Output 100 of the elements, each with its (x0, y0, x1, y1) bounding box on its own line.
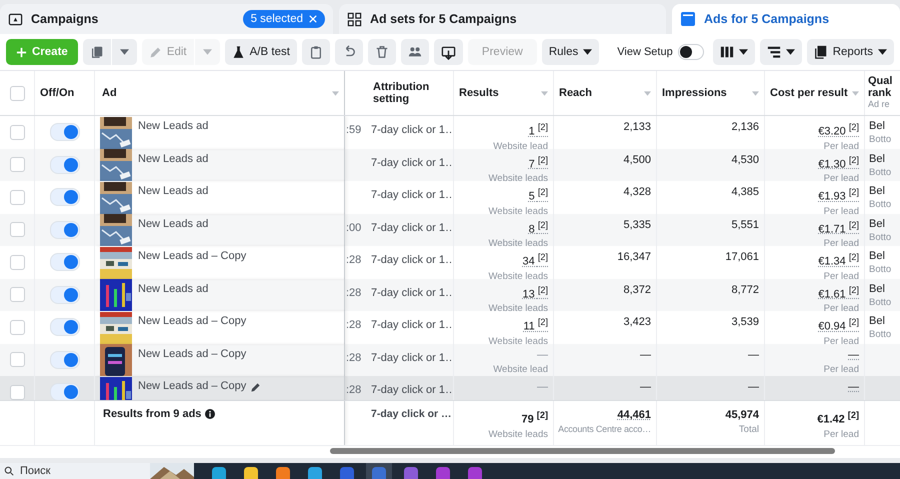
on-off-toggle[interactable] (50, 123, 80, 142)
ad-name[interactable]: New Leads ad – Copy (138, 250, 246, 262)
quality-detail: Botto (869, 232, 892, 242)
impressions-value: 8,772 (731, 282, 759, 296)
cost-type: Per lead (824, 173, 859, 181)
flask-icon (232, 46, 245, 58)
cost-value: €1.61 $^{[2]}$ (818, 284, 859, 302)
column-header[interactable]: Off/On (35, 71, 95, 115)
view-setup-toggle[interactable] (678, 44, 704, 60)
quality-detail: Botto (869, 329, 892, 340)
impressions-value: 2,136 (731, 120, 759, 134)
on-off-toggle[interactable] (50, 156, 80, 174)
tab[interactable]: Ads for 5 Campaigns (672, 4, 900, 34)
dropdown-button[interactable] (112, 39, 137, 65)
search-field[interactable]: Поиск (20, 465, 120, 477)
results-type: Website leads (488, 173, 548, 181)
cost-value: €1.30 $^{[2]}$ (818, 154, 859, 172)
column-header[interactable]: Impressions (657, 71, 765, 115)
time-cell: :28 (346, 352, 362, 364)
tab[interactable]: Ad sets for 5 Campaigns (339, 4, 666, 34)
selection-badge[interactable]: 5 selected (242, 10, 325, 28)
attribution-total: 7-day click or … (371, 408, 452, 420)
attribution-cell: 7-day click or 1… (371, 319, 453, 331)
cost-value: — (848, 380, 859, 394)
column-header[interactable]: Ad (95, 71, 345, 115)
export-button[interactable] (434, 39, 463, 65)
results-type: Website leads (488, 206, 548, 214)
attribution-cell: 7-day click or 1… (371, 222, 453, 234)
cost-value: €3.20 $^{[2]}$ (818, 121, 859, 139)
results-value: 1 $^{[2]}$ (528, 121, 548, 139)
select-all-checkbox[interactable] (10, 86, 24, 100)
reach-value: 8,372 (623, 282, 651, 296)
column-header[interactable]: Reach (554, 71, 657, 115)
row-checkbox[interactable] (10, 384, 24, 400)
results-value: 11 $^{[2]}$ (523, 316, 548, 334)
list-icon (766, 45, 781, 59)
undo-button[interactable] (334, 39, 363, 65)
table-row[interactable]: New Leads ad – Copy :28 7-day click or 1… — — — — (0, 376, 900, 400)
clipboard-button[interactable] (302, 39, 330, 65)
cost-type: Per lead (824, 364, 859, 374)
on-off-toggle[interactable] (50, 318, 80, 336)
results-type: Website leads (488, 238, 548, 246)
people-icon (408, 45, 422, 59)
quality-detail: Botto (869, 166, 892, 178)
ad-name[interactable]: New Leads ad (138, 185, 208, 197)
abtest-button[interactable]: A/B test (224, 39, 297, 65)
column-header[interactable]: Qual rank Ad re (865, 71, 900, 115)
row-checkbox[interactable] (10, 222, 24, 238)
columns-button[interactable] (712, 39, 755, 65)
row-checkbox[interactable] (10, 287, 24, 302)
reach-value: — (640, 380, 651, 394)
row-checkbox[interactable] (10, 254, 24, 270)
ad-name[interactable]: New Leads ad – Copy (138, 380, 246, 392)
row-checkbox[interactable] (10, 190, 24, 205)
cost-type: Per lead (824, 206, 859, 214)
ad-name[interactable]: New Leads ad (138, 120, 208, 132)
ad-name[interactable]: New Leads ad – Copy (138, 315, 246, 327)
on-off-toggle[interactable] (50, 350, 80, 369)
ad-name[interactable]: New Leads ad (138, 152, 208, 164)
on-off-toggle[interactable] (50, 253, 80, 272)
delete-button[interactable] (368, 39, 396, 65)
cost-type: Per lead (824, 140, 859, 148)
row-checkbox[interactable] (10, 352, 24, 368)
on-off-toggle[interactable] (50, 286, 80, 304)
attribution-cell: 7-day click or 1… (371, 352, 453, 364)
caret-icon (120, 49, 129, 55)
scrollbar[interactable] (330, 448, 835, 454)
reach-value: 2,133 (623, 120, 651, 134)
impressions-value: 4,530 (731, 152, 759, 166)
on-off-toggle[interactable] (50, 188, 80, 206)
ad-name[interactable]: New Leads ad (138, 282, 208, 294)
close-icon[interactable] (309, 15, 317, 23)
reach-value: 16,347 (617, 250, 651, 264)
quality-value: Bel (869, 250, 885, 262)
column-header[interactable]: Results (454, 71, 554, 115)
results-type: Website leads (488, 428, 548, 440)
column-header[interactable]: Attribution setting (368, 71, 454, 115)
columns-icon (720, 45, 734, 59)
row-checkbox[interactable] (10, 320, 24, 335)
ad-name[interactable]: New Leads ad – Copy (138, 348, 246, 360)
reports-button[interactable]: Reports (806, 39, 894, 65)
results-value: 34 $^{[2]}$ (522, 251, 548, 269)
table-row[interactable]: New Leads ad – Copy :28 7-day click or 1… — Website lead — — — Per lead (0, 344, 900, 376)
pencil-icon[interactable] (250, 382, 262, 393)
attribution-cell: 7-day click or 1… (371, 286, 453, 298)
on-off-toggle[interactable] (50, 220, 80, 239)
row-checkbox[interactable] (10, 124, 24, 140)
column-header[interactable]: Cost per result (765, 71, 865, 115)
breakdown-button[interactable] (760, 39, 802, 65)
people-button[interactable] (400, 39, 429, 65)
duplicate-button[interactable] (82, 39, 111, 65)
attribution-cell: 7-day click or 1… (371, 189, 453, 201)
attribution-cell: 7-day click or 1… (371, 124, 453, 136)
row-checkbox[interactable] (10, 157, 24, 172)
info-icon[interactable] (205, 409, 216, 419)
results-value: 13 $^{[2]}$ (522, 284, 548, 302)
rules-button[interactable]: Rules (542, 39, 600, 65)
ad-name[interactable]: New Leads ad (138, 218, 208, 230)
tab[interactable]: Campaigns 5 selected (0, 4, 333, 34)
on-off-toggle[interactable] (50, 383, 80, 400)
